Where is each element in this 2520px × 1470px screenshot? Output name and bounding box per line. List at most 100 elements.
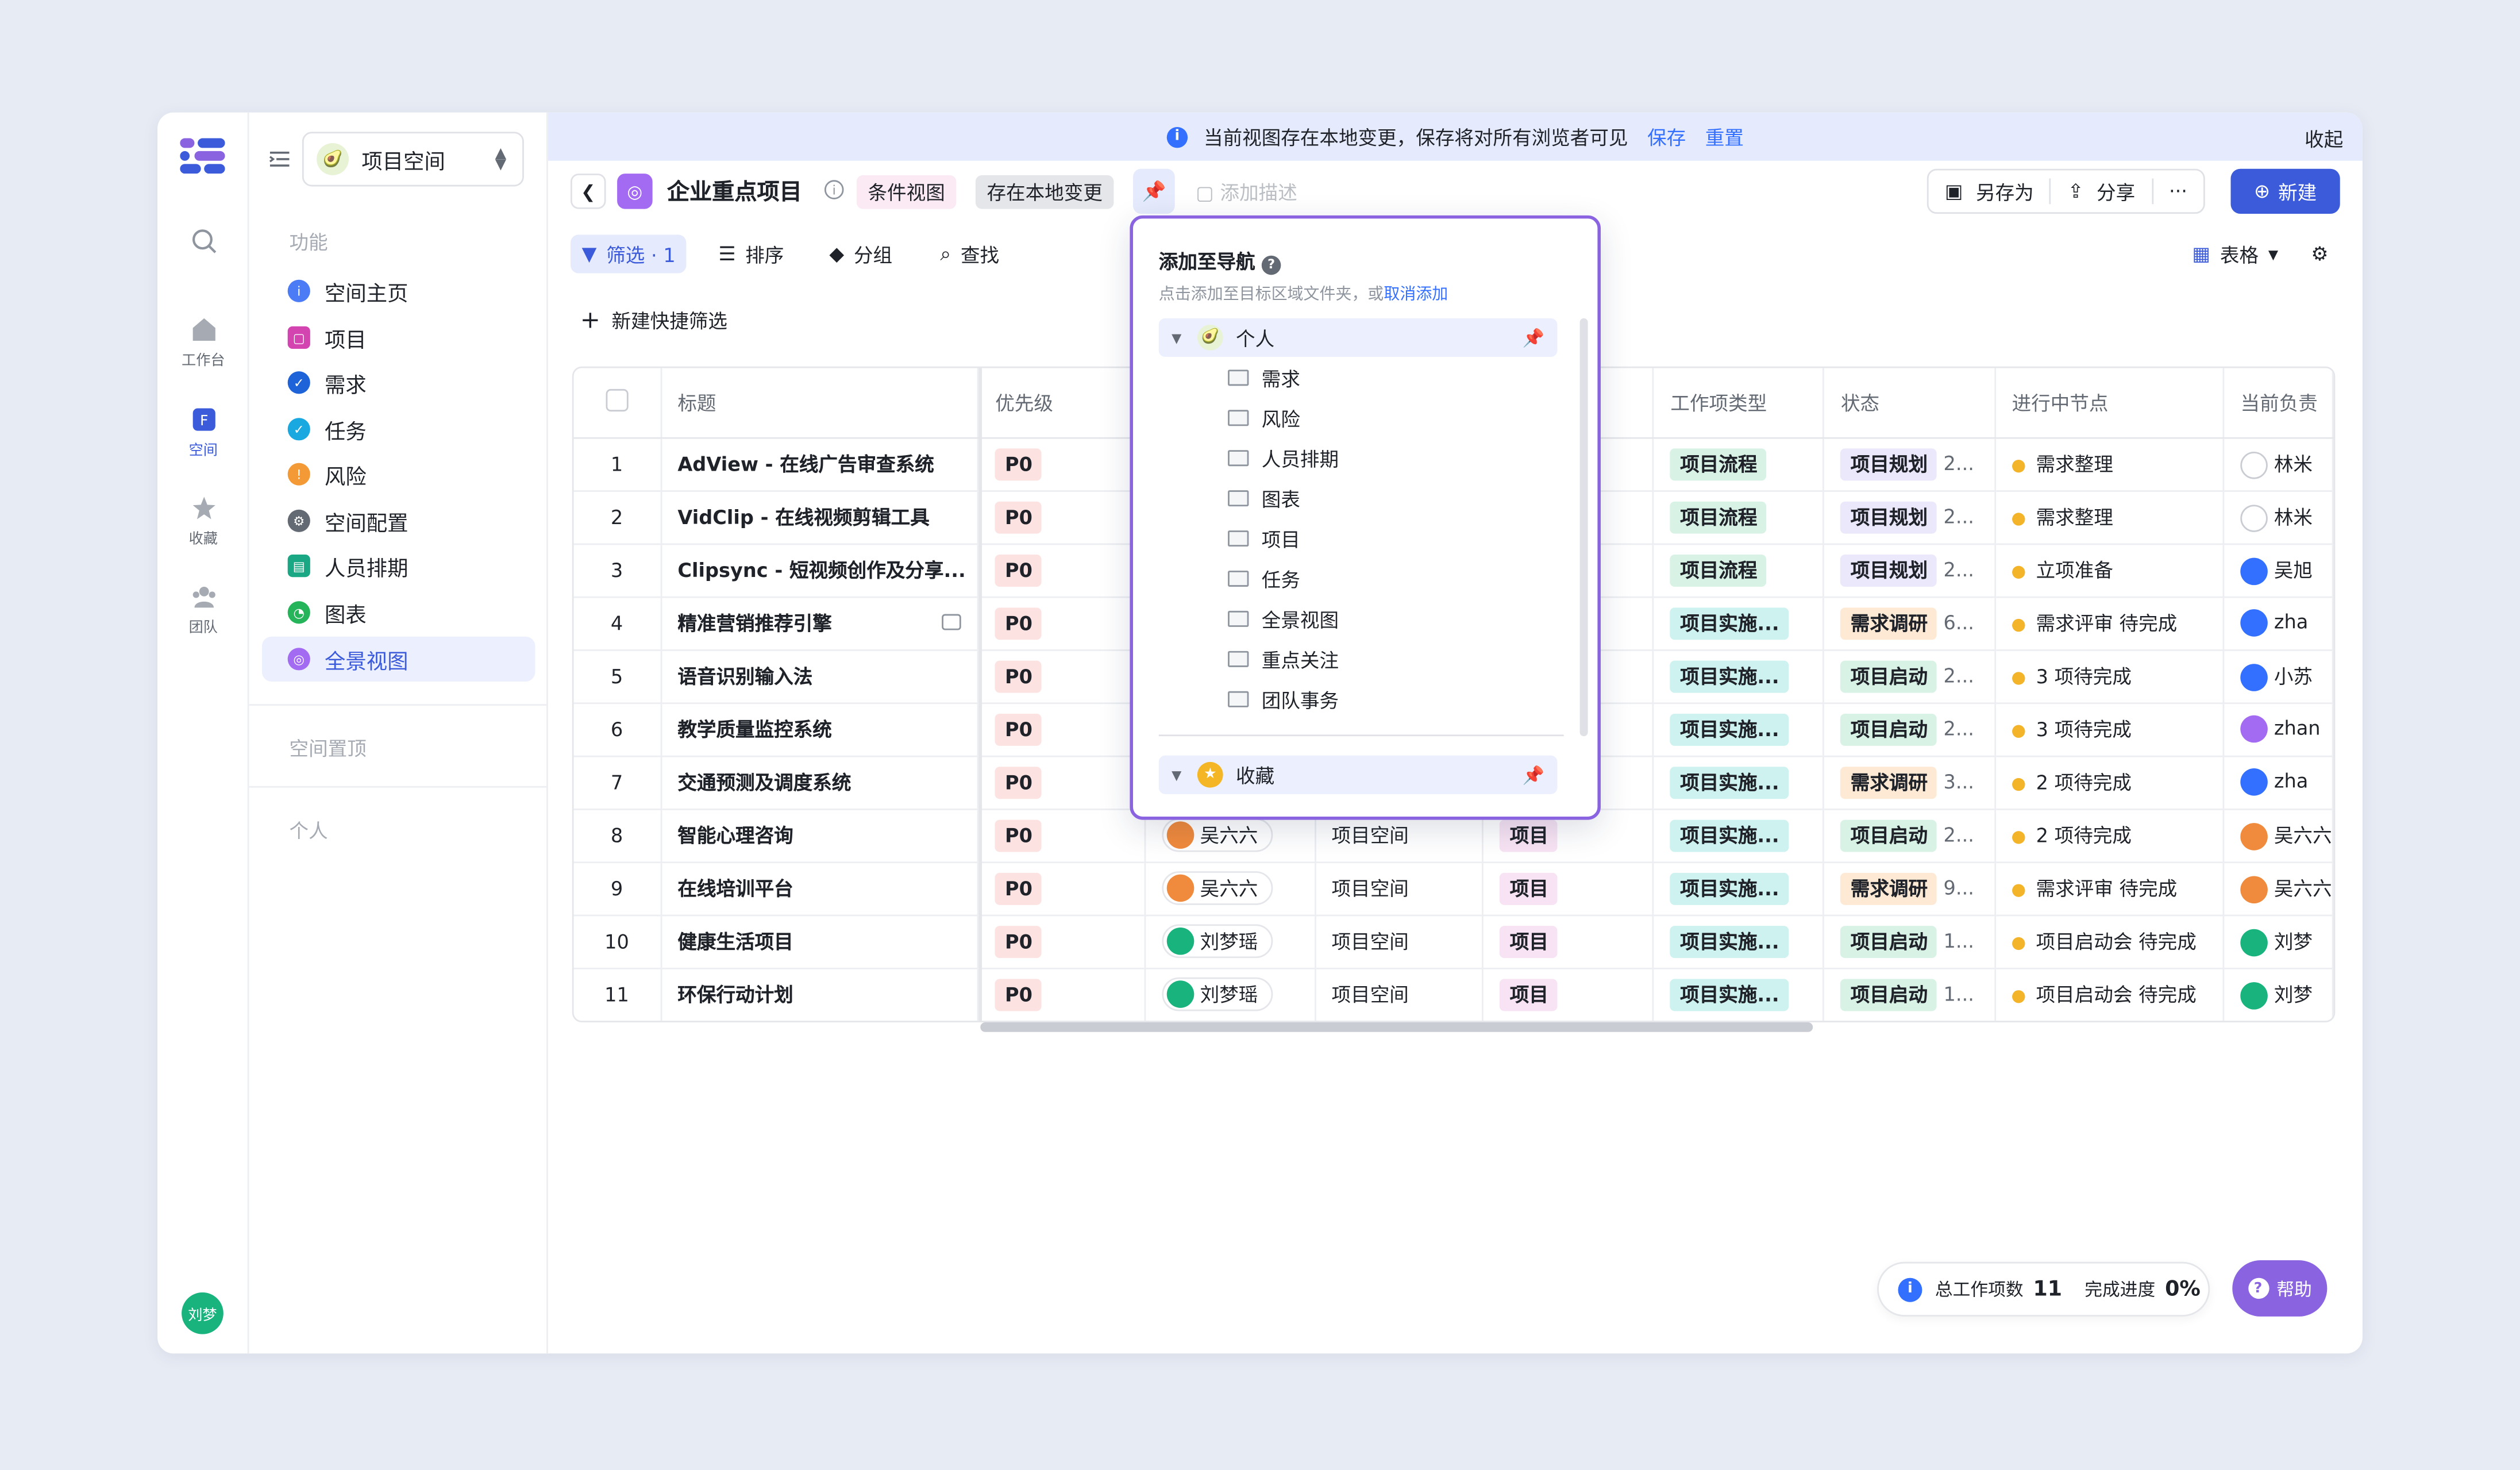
priority-cell[interactable]: P0 (978, 914, 1146, 969)
title-cell[interactable]: VidClip - 在线视频剪辑工具 (660, 490, 980, 544)
title-cell[interactable]: Clipsync - 短视频创作及分享... (660, 543, 980, 598)
sidebar-item-project[interactable]: ▢ 项目 (262, 315, 535, 360)
row-title[interactable]: Clipsync - 短视频创作及分享... (677, 559, 965, 582)
column-header-active-node[interactable]: 进行中节点 (1995, 368, 2225, 438)
tree-folder-item[interactable]: 图表 (1159, 479, 1558, 518)
owner-cell[interactable]: 刘梦 (2224, 914, 2334, 969)
assignee-chip[interactable]: 刘梦瑶 (1161, 923, 1273, 957)
rail-search[interactable] (157, 228, 249, 260)
title-cell[interactable]: 语音识别输入法 (660, 649, 980, 703)
tree-folder-item[interactable]: 项目 (1159, 519, 1558, 557)
status-cell[interactable]: 项目规划 2... (1824, 437, 1996, 491)
sidebar-item-space-home[interactable]: i 空间主页 (262, 268, 535, 313)
tree-folder-item[interactable]: 风险 (1159, 399, 1558, 437)
status-cell[interactable]: 需求调研 3... (1824, 755, 1996, 810)
title-cell[interactable]: 教学质量监控系统 (660, 702, 980, 757)
owner-cell[interactable]: zha (2224, 596, 2334, 651)
priority-cell[interactable]: P0 (978, 967, 1146, 1021)
item-cell[interactable]: 项目 (1483, 914, 1655, 969)
group-button[interactable]: ◆ 分组 (818, 234, 904, 273)
status-cell[interactable]: 项目规划 2... (1824, 543, 1996, 598)
local-change-tag[interactable]: 存在本地变更 (975, 175, 1114, 209)
status-cell[interactable]: 需求调研 6... (1824, 596, 1996, 651)
work-type-cell[interactable]: 项目实施... (1654, 967, 1825, 1021)
owner-cell[interactable]: 刘梦 (2224, 967, 2334, 1021)
find-button[interactable]: ⌕ 查找 (929, 234, 1011, 273)
comment-icon[interactable] (942, 613, 962, 630)
title-cell[interactable]: 精准营销推荐引擎 (660, 596, 980, 651)
sidebar-item-risk[interactable]: ! 风险 (262, 452, 535, 497)
assignee-cell[interactable]: 吴六六 (1145, 861, 1316, 916)
banner-save-link[interactable]: 保存 (1647, 123, 1686, 151)
active-node-cell[interactable]: 2 项待完成 (1995, 808, 2225, 863)
status-cell[interactable]: 项目启动 2... (1824, 808, 1996, 863)
work-type-cell[interactable]: 项目流程 (1654, 437, 1825, 491)
help-button[interactable]: ? 帮助 (2232, 1260, 2328, 1317)
work-type-cell[interactable]: 项目流程 (1654, 490, 1825, 544)
space-cell[interactable]: 项目空间 (1315, 861, 1485, 916)
priority-cell[interactable]: P0 (978, 543, 1146, 598)
rail-workbench[interactable]: 工作台 (157, 317, 249, 370)
space-selector[interactable]: 🥑 项目空间 ▲ ▼ (302, 132, 524, 187)
column-header-status[interactable]: 状态 (1824, 368, 1996, 438)
status-cell[interactable]: 需求调研 9... (1824, 861, 1996, 916)
row-title[interactable]: 教学质量监控系统 (677, 718, 832, 741)
pin-to-nav-button[interactable]: 📌 (1133, 168, 1175, 214)
back-button[interactable]: ❮ (571, 174, 606, 209)
sidebar-item-panorama[interactable]: ◎ 全景视图 (261, 636, 535, 682)
pin-icon[interactable]: 📌 (1523, 327, 1544, 348)
active-node-cell[interactable]: 3 项待完成 (1995, 649, 2225, 703)
title-cell[interactable]: 健康生活项目 (660, 914, 980, 969)
rail-team[interactable]: 团队 (157, 583, 249, 637)
status-cell[interactable]: 项目启动 1... (1824, 967, 1996, 1021)
active-node-cell[interactable]: 需求整理 (1995, 437, 2225, 491)
owner-cell[interactable]: 吴六六 (2224, 808, 2334, 863)
work-type-cell[interactable]: 项目实施... (1654, 914, 1825, 969)
work-type-cell[interactable]: 项目实施... (1654, 808, 1825, 863)
row-title[interactable]: 精准营销推荐引擎 (677, 613, 832, 635)
cancel-add-link[interactable]: 取消添加 (1384, 286, 1448, 304)
active-node-cell[interactable]: 3 项待完成 (1995, 702, 2225, 757)
title-cell[interactable]: AdView - 在线广告审查系统 (660, 437, 980, 491)
space-cell[interactable]: 项目空间 (1315, 914, 1485, 969)
more-button[interactable]: ··· (2153, 171, 2203, 213)
active-node-cell[interactable]: 需求评审 待完成 (1995, 861, 2225, 916)
column-header-title[interactable]: 标题 (660, 368, 980, 438)
priority-cell[interactable]: P0 (978, 861, 1146, 916)
active-node-cell[interactable]: 立项准备 (1995, 543, 2225, 598)
active-node-cell[interactable]: 项目启动会 待完成 (1995, 967, 2225, 1021)
select-all-checkbox[interactable] (573, 368, 662, 438)
owner-cell[interactable]: zha (2224, 755, 2334, 810)
tree-folder-item[interactable]: 任务 (1159, 559, 1558, 598)
status-cell[interactable]: 项目启动 1... (1824, 914, 1996, 969)
rail-space[interactable]: F 空间 (157, 407, 249, 460)
condition-view-tag[interactable]: 条件视图 (856, 175, 957, 209)
active-node-cell[interactable]: 需求评审 待完成 (1995, 596, 2225, 651)
work-type-cell[interactable]: 项目实施... (1654, 596, 1825, 651)
popover-scrollbar[interactable] (1579, 318, 1588, 737)
sort-button[interactable]: ☰ 排序 (707, 234, 795, 273)
title-cell[interactable]: 交通预测及调度系统 (660, 755, 980, 810)
owner-cell[interactable]: 吴旭 (2224, 543, 2334, 598)
info-icon[interactable]: i (824, 180, 844, 199)
tree-folder-item[interactable]: 全景视图 (1159, 599, 1558, 638)
work-type-cell[interactable]: 项目实施... (1654, 649, 1825, 703)
row-title[interactable]: 智能心理咨询 (677, 825, 793, 847)
title-cell[interactable]: 环保行动计划 (660, 967, 980, 1021)
owner-cell[interactable]: 林米 (2224, 490, 2334, 544)
row-title[interactable]: 环保行动计划 (677, 984, 793, 1006)
rail-favorites[interactable]: 收藏 (157, 495, 249, 548)
tree-node-favorites[interactable]: ▼ ★ 收藏 📌 (1158, 755, 1558, 794)
banner-reset-link[interactable]: 重置 (1705, 123, 1744, 151)
priority-cell[interactable]: P0 (978, 649, 1146, 703)
help-icon[interactable]: ? (1261, 255, 1281, 274)
work-type-cell[interactable]: 项目流程 (1654, 543, 1825, 598)
tree-folder-item[interactable]: 重点关注 (1159, 640, 1558, 678)
new-quick-filter-button[interactable]: + 新建快捷筛选 (580, 305, 727, 334)
row-title[interactable]: 在线培训平台 (677, 878, 793, 900)
view-settings-button[interactable]: ⚙ (2300, 234, 2340, 273)
row-title[interactable]: VidClip - 在线视频剪辑工具 (677, 506, 929, 529)
tree-folder-item[interactable]: 人员排期 (1159, 439, 1558, 478)
assignee-chip[interactable]: 吴六六 (1161, 870, 1273, 905)
row-title[interactable]: AdView - 在线广告审查系统 (677, 453, 934, 476)
